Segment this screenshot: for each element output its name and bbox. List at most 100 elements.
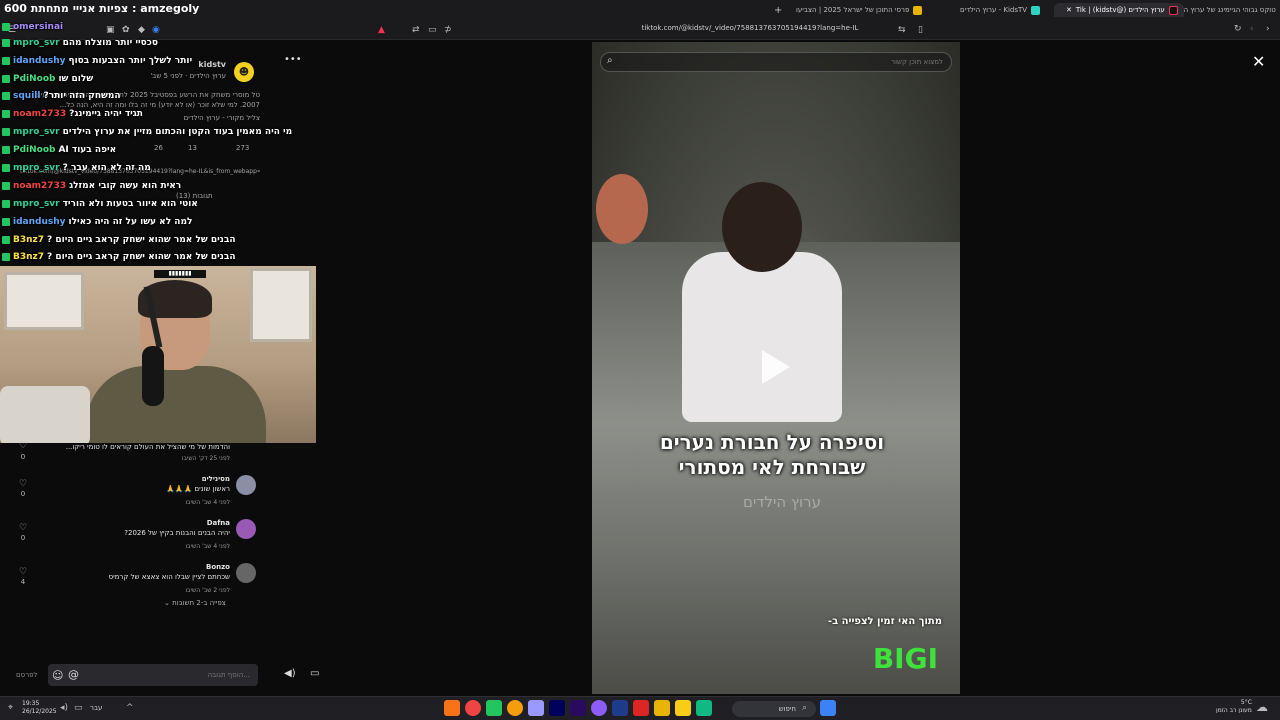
comment-meta: לפני 4 שב' השיבו (185, 499, 230, 506)
chat-username[interactable]: B3nz7 (13, 252, 44, 262)
chat-message: B3nz7 הבנים של אמר שהוא ישחק קראב גיים הי… (2, 250, 236, 264)
comment-meta: לפני 4 שב' השיבו (185, 543, 230, 550)
search-icon[interactable]: ⌕ (607, 55, 613, 66)
app-icon[interactable] (507, 700, 523, 716)
pr-icon[interactable] (570, 700, 586, 716)
comment-author[interactable]: Dafna (207, 519, 230, 527)
location-icon[interactable]: ⌖ (8, 703, 13, 713)
after-effects-icon[interactable] (549, 700, 565, 716)
cast-icon[interactable]: ⊅ (444, 25, 452, 35)
close-icon[interactable]: ✕ (1252, 52, 1265, 71)
translate-icon[interactable]: ⇆ (898, 25, 906, 35)
chat-username[interactable]: omersinai (13, 22, 63, 32)
folder-icon[interactable] (675, 700, 691, 716)
avatar[interactable] (236, 519, 256, 539)
kick-badge-icon (2, 146, 10, 154)
chat-message: mpro_svr אוטי הוא איוור בטעות ולא הוריד (2, 197, 198, 211)
chat-username[interactable]: noam2733 (13, 181, 66, 191)
tab-israel-awards[interactable]: פרסי התוכן של ישראל 2025 | הצביעו (796, 3, 923, 17)
avatar[interactable] (236, 475, 256, 495)
emoji-icon[interactable]: ☺ (52, 669, 63, 682)
weather-desc: מעונן רב הזמן (1216, 707, 1252, 714)
chat-text: סכסיי יותר מוצלח מהם (62, 38, 159, 48)
speaker-icon[interactable]: ◂) (60, 703, 68, 713)
chat-username[interactable]: B3nz7 (13, 235, 44, 245)
share-icon[interactable]: ⇄ (412, 25, 420, 35)
app-icon[interactable] (444, 700, 460, 716)
comment-author[interactable]: מסינילים (202, 475, 230, 483)
tab-kids-gaming[interactable]: טוקס גבוהי הגיימינג של ערוץ הילדים (1168, 3, 1276, 17)
display-icon[interactable]: ▭ (74, 703, 83, 713)
comment-author[interactable]: Bonzo (206, 563, 230, 571)
comment-text: ראשון שונים 🙏🙏🙏 (166, 485, 230, 493)
post-button[interactable]: לפרסם (16, 671, 38, 679)
close-tab-icon[interactable]: ✕ (1066, 6, 1072, 14)
tab-kidstv-site[interactable]: KidsTV - ערוץ הילדים (960, 3, 1041, 17)
volume-icon[interactable]: ◀) (284, 668, 298, 682)
chat-username[interactable]: mpro_svr (13, 127, 60, 137)
alert-icon[interactable]: ▲ (378, 25, 385, 35)
promo-text: מתוך האי זמין לצפייה ב- (827, 616, 942, 627)
address-bar[interactable]: tiktok.com/@kidstv/_video/75881376370519… (600, 24, 900, 32)
video-player[interactable]: וסיפרה על חבורת נערים שבורחת לאי מסתורי … (592, 42, 960, 694)
chat-username[interactable]: idandushy (13, 217, 66, 227)
tab-strip: amzegoly : צפיות אנייי מתחתת 600 טוקס גב… (0, 0, 1280, 20)
kick-badge-icon (2, 23, 10, 31)
new-tab-button[interactable]: + (774, 3, 782, 17)
discord-icon[interactable] (591, 700, 607, 716)
chevron-up-icon[interactable]: ^ (126, 703, 134, 713)
chat-message: PdiNoob שלום שו (2, 72, 93, 86)
comment-item: ♡ 0 מסינילים ראשון שונים 🙏🙏🙏 לפני 4 שב' … (0, 475, 262, 515)
chat-text: מה זה לא הוא עבר ? (62, 163, 151, 173)
app-icon[interactable] (696, 700, 712, 716)
steam-icon[interactable] (612, 700, 628, 716)
chat-username[interactable]: idandushy (13, 56, 66, 66)
comment-input[interactable] (48, 664, 258, 686)
avatar[interactable] (236, 563, 256, 583)
reload-icon[interactable]: ↻ (1234, 24, 1242, 34)
pip-icon[interactable]: ▭ (428, 25, 437, 35)
clock[interactable]: 19:35 26/12/2025 (22, 700, 57, 716)
notepad-icon[interactable] (486, 700, 502, 716)
back-icon[interactable]: ‹ (1250, 24, 1254, 34)
comment-meta: לפני 25 דק' השיבו (181, 455, 230, 462)
chat-username[interactable]: PdiNoob (13, 74, 55, 84)
forward-icon[interactable]: › (1266, 24, 1270, 34)
comment-item: ♡ 0 Dafna יהיה הבנים והבנות בקיץ של 2026… (0, 519, 262, 559)
mention-icon[interactable]: @ (68, 668, 79, 681)
play-icon[interactable] (762, 350, 790, 384)
chat-message: omersinai (2, 20, 66, 34)
search-input[interactable] (625, 55, 943, 69)
chat-username[interactable]: noam2733 (13, 109, 66, 119)
chat-username[interactable]: squill (13, 91, 40, 101)
chat-text: איפה בעוד AI (58, 145, 117, 155)
chat-username[interactable]: mpro_svr (13, 163, 60, 173)
chat-message: mpro_svr סכסיי יותר מוצלח מהם (2, 36, 158, 50)
language-indicator[interactable]: עבר (90, 704, 102, 712)
premiere-icon[interactable] (528, 700, 544, 716)
heart-icon[interactable]: ♡ (16, 567, 30, 577)
screen: amzegoly : צפיות אנייי מתחתת 600 טוקס גב… (0, 0, 1280, 720)
bookmark-icon[interactable]: ▯ (918, 25, 923, 35)
kick-badge-icon (2, 218, 10, 226)
obs-icon[interactable] (465, 700, 481, 716)
brave-icon[interactable] (633, 700, 649, 716)
chat-username[interactable]: mpro_svr (13, 199, 60, 209)
heart-icon[interactable]: ♡ (16, 479, 30, 489)
chat-message: noam2733 תגיד יהיה גיימינג? (2, 107, 143, 121)
search-icon[interactable]: ⌕ (802, 703, 807, 713)
kick-badge-icon (2, 75, 10, 83)
view-replies-button[interactable]: צפייה ב-2 תשובות ⌄ (164, 599, 226, 607)
related-search: ⌕ (600, 52, 952, 72)
chat-username[interactable]: PdiNoob (13, 145, 55, 155)
weather-widget[interactable]: 5°C מעונן רב הזמן (1216, 699, 1252, 715)
chat-text: מי היה מאמין בעוד הקטן והכתום מזיין את ע… (62, 127, 293, 137)
file-explorer-icon[interactable] (654, 700, 670, 716)
windows-start-icon[interactable] (820, 700, 836, 716)
heart-icon[interactable]: ♡ (16, 441, 30, 451)
heart-icon[interactable]: ♡ (16, 523, 30, 533)
mini-player-icon[interactable]: ▭ (310, 668, 324, 682)
tab-tiktok-kidstv[interactable]: ערוץ הילדים (@kidstv) | Tik ✕ (1054, 3, 1184, 17)
chat-message: B3nz7 הבנים של אמר שהוא ישחק קראב גיים הי… (2, 233, 236, 247)
chat-username[interactable]: mpro_svr (13, 38, 60, 48)
